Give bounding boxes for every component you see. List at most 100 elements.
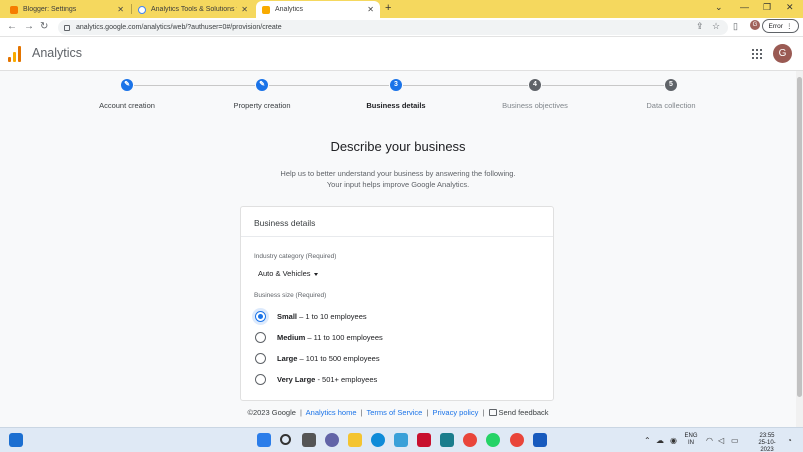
tray-app-icon[interactable]: ◉ xyxy=(670,436,677,445)
industry-select[interactable]: Auto & Vehicles xyxy=(258,269,318,278)
chrome-icon[interactable] xyxy=(463,433,477,447)
url-field[interactable]: analytics.google.com/analytics/web/?auth… xyxy=(58,20,728,35)
edit-pencil-icon: ✎ xyxy=(121,79,133,91)
industry-label: Industry category (Required) xyxy=(254,253,337,260)
notification-icon[interactable]: ◔ xyxy=(787,436,792,445)
size-option-large[interactable]: Large – 101 to 500 employees xyxy=(255,350,380,366)
tab-title: Blogger: Settings xyxy=(23,6,77,13)
privacy-link[interactable]: Privacy policy xyxy=(433,408,479,417)
share-icon[interactable]: ⇪ xyxy=(696,21,704,32)
option-text: Large – 101 to 500 employees xyxy=(277,353,380,363)
option-text: Small – 1 to 10 employees xyxy=(277,311,367,321)
edit-pencil-icon: ✎ xyxy=(256,79,268,91)
radio-button[interactable] xyxy=(255,352,266,364)
back-icon[interactable]: ← xyxy=(7,21,17,32)
language-indicator[interactable]: ENG IN xyxy=(684,433,698,447)
radio-button[interactable] xyxy=(255,373,266,385)
business-details-card: Business details Industry category (Requ… xyxy=(240,206,554,401)
clock-date: 25-10-2023 xyxy=(758,440,776,452)
url-text: analytics.google.com/analytics/web/?auth… xyxy=(76,24,282,31)
restore-icon[interactable]: ❐ xyxy=(763,2,771,13)
blogger-favicon-icon xyxy=(10,5,18,14)
chrome-icon[interactable] xyxy=(510,433,524,447)
account-avatar[interactable]: G xyxy=(773,44,792,63)
tab-analytics-tools[interactable]: Analytics Tools & Solutions for Yo ✕ xyxy=(132,1,254,18)
language-code: ENG xyxy=(684,433,698,439)
error-label: Error xyxy=(768,22,783,30)
terms-link[interactable]: Terms of Service xyxy=(367,408,423,417)
page-title: Describe your business xyxy=(330,139,466,154)
card-title: Business details xyxy=(254,218,316,228)
step-label: Property creation xyxy=(233,101,291,110)
step-property-creation[interactable]: ✎ Property creation xyxy=(207,79,317,110)
page-scrollbar[interactable] xyxy=(796,71,803,427)
step-label: Business details xyxy=(366,101,426,110)
chevron-up-icon[interactable]: ⌃ xyxy=(644,436,651,445)
bookmark-star-icon[interactable]: ☆ xyxy=(712,21,720,32)
lock-icon xyxy=(64,24,70,31)
edge-icon[interactable] xyxy=(371,433,385,447)
step-account-creation[interactable]: ✎ Account creation xyxy=(72,79,182,110)
option-text: Medium – 11 to 100 employees xyxy=(277,332,383,342)
radio-button[interactable] xyxy=(255,310,266,322)
file-explorer-icon[interactable] xyxy=(348,433,362,447)
step-data-collection: 5 Data collection xyxy=(616,79,726,110)
whatsapp-icon[interactable] xyxy=(486,433,500,447)
analytics-header: Analytics G xyxy=(0,37,803,71)
chat-icon[interactable] xyxy=(325,433,339,447)
browser-tab-strip: Blogger: Settings ✕ Analytics Tools & So… xyxy=(0,0,803,18)
tab-search-icon[interactable]: ⌄ xyxy=(715,2,723,13)
main-content: ✎ Account creation ✎ Property creation 3… xyxy=(0,71,796,427)
windows-start-icon[interactable] xyxy=(257,433,271,447)
volume-icon[interactable]: ◁ xyxy=(718,436,724,445)
forward-icon[interactable]: → xyxy=(24,21,34,32)
clock[interactable]: 23:55 25-10-2023 xyxy=(752,433,782,452)
step-label: Data collection xyxy=(646,101,696,110)
task-view-icon[interactable] xyxy=(302,433,316,447)
analytics-home-link[interactable]: Analytics home xyxy=(306,408,357,417)
step-number: 4 xyxy=(529,79,541,91)
tab-blogger-settings[interactable]: Blogger: Settings ✕ xyxy=(4,1,130,18)
search-icon[interactable] xyxy=(280,434,291,445)
kebab-menu-icon: ⋮ xyxy=(785,23,793,30)
size-option-small[interactable]: Small – 1 to 10 employees xyxy=(255,308,367,324)
close-window-icon[interactable]: ✕ xyxy=(786,2,794,13)
step-business-objectives: 4 Business objectives xyxy=(480,79,590,110)
side-panel-icon[interactable]: ▯ xyxy=(733,21,738,32)
send-feedback-button[interactable]: Send feedback xyxy=(488,408,549,417)
industry-value: Auto & Vehicles xyxy=(258,269,311,278)
taskbar: ⌃ ☁ ◉ ENG IN ◠ ◁ ▭ 23:55 25-10-2023 ◔ xyxy=(0,427,803,452)
radio-button[interactable] xyxy=(255,331,266,343)
size-option-medium[interactable]: Medium – 11 to 100 employees xyxy=(255,329,383,345)
scrollbar-thumb[interactable] xyxy=(797,77,802,397)
reload-icon[interactable]: ↻ xyxy=(40,21,48,32)
tab-analytics[interactable]: Analytics ✕ xyxy=(256,1,380,18)
app-teal-icon[interactable] xyxy=(440,433,454,447)
tab-title: Analytics xyxy=(275,6,304,13)
close-tab-icon[interactable]: ✕ xyxy=(241,5,248,14)
dropdown-arrow-icon xyxy=(313,272,318,276)
battery-icon[interactable]: ▭ xyxy=(731,436,739,445)
widgets-icon[interactable] xyxy=(9,433,23,447)
wifi-icon[interactable]: ◠ xyxy=(706,436,713,445)
region-code: IN xyxy=(688,440,694,446)
analytics-logo-icon xyxy=(8,46,22,62)
word-icon[interactable] xyxy=(533,433,547,447)
feedback-icon xyxy=(488,409,497,416)
size-option-very-large[interactable]: Very Large - 501+ employees xyxy=(255,371,377,387)
apps-grid-icon[interactable] xyxy=(752,49,762,59)
error-button[interactable]: Error ⋮ xyxy=(762,19,799,33)
new-tab-button[interactable]: + xyxy=(385,2,391,14)
close-tab-icon[interactable]: ✕ xyxy=(117,5,124,14)
profile-chip[interactable]: G xyxy=(750,20,760,30)
size-label: Business size (Required) xyxy=(254,292,327,299)
subtitle-line: Help us to better understand your busine… xyxy=(280,169,516,178)
cloud-icon[interactable]: ☁ xyxy=(656,436,664,445)
app-l-icon[interactable] xyxy=(394,433,408,447)
copyright-text: ©2023 Google xyxy=(247,408,296,417)
analytics-favicon-icon xyxy=(262,5,270,14)
address-bar-row: ← → ↻ analytics.google.com/analytics/web… xyxy=(0,18,803,37)
mcafee-icon[interactable] xyxy=(417,433,431,447)
minimize-icon[interactable]: — xyxy=(740,2,749,12)
close-tab-icon[interactable]: ✕ xyxy=(367,5,374,14)
